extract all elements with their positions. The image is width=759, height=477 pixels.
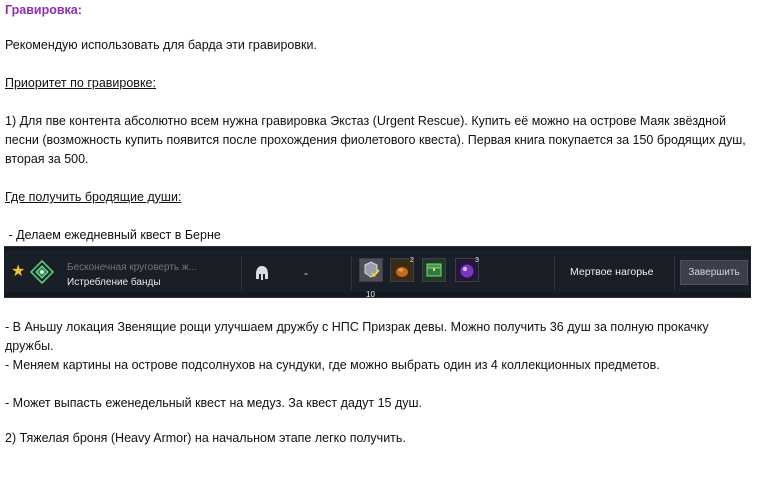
bullet-anshu-text: - В Аньшу локация Звенящие рощи улучшаем… — [5, 320, 709, 353]
divider — [241, 256, 242, 290]
reward-count: 10 — [366, 290, 375, 299]
helmet-icon — [256, 266, 268, 280]
intro-text: Рекомендую использовать для барда эти гр… — [5, 38, 317, 52]
reward-green-chest-icon[interactable] — [422, 258, 446, 282]
quest-title[interactable]: Бесконечная круговерть ж... — [67, 262, 197, 273]
guild-emblem-icon — [30, 260, 54, 284]
reward-badge: 2 — [410, 257, 414, 264]
quest-row: ★ Бесконечная круговерть ж... Истреблени… — [4, 250, 751, 299]
quest-type-value: - — [304, 266, 308, 280]
point-2-text: 2) Тяжелая броня (Heavy Armor) на началь… — [5, 431, 406, 445]
reward-gem-pouch-icon[interactable] — [359, 258, 383, 282]
quest-location: Мертвое нагорье — [570, 266, 654, 278]
green-chest-icon — [426, 263, 442, 277]
daily-quest-text: - Делаем ежедневный квест в Берне — [5, 228, 221, 242]
bullet-paintings-text: - Меняем картины на острове подсолнухов … — [5, 358, 660, 372]
gem-pouch-icon — [364, 261, 380, 278]
priority-heading: Приоритет по гравировке: — [5, 76, 156, 90]
quest-bar: ★ Бесконечная круговерть ж... Истреблени… — [4, 246, 751, 299]
reward-badge: 3 — [475, 257, 479, 264]
point-1-text: 1) Для пве контента абсолютно всем нужна… — [5, 114, 746, 166]
divider — [554, 256, 555, 290]
quest-subtitle: Истребление банды — [67, 277, 161, 288]
section-title: Гравировка: — [5, 3, 82, 17]
divider — [674, 256, 675, 290]
divider — [351, 256, 352, 290]
finish-quest-button[interactable]: Завершить — [680, 260, 748, 285]
star-icon[interactable]: ★ — [11, 264, 25, 280]
souls-heading: Где получить бродящие души: — [5, 190, 182, 204]
bullet-weekly-text: - Может выпасть еженедельный квест на ме… — [5, 396, 423, 410]
